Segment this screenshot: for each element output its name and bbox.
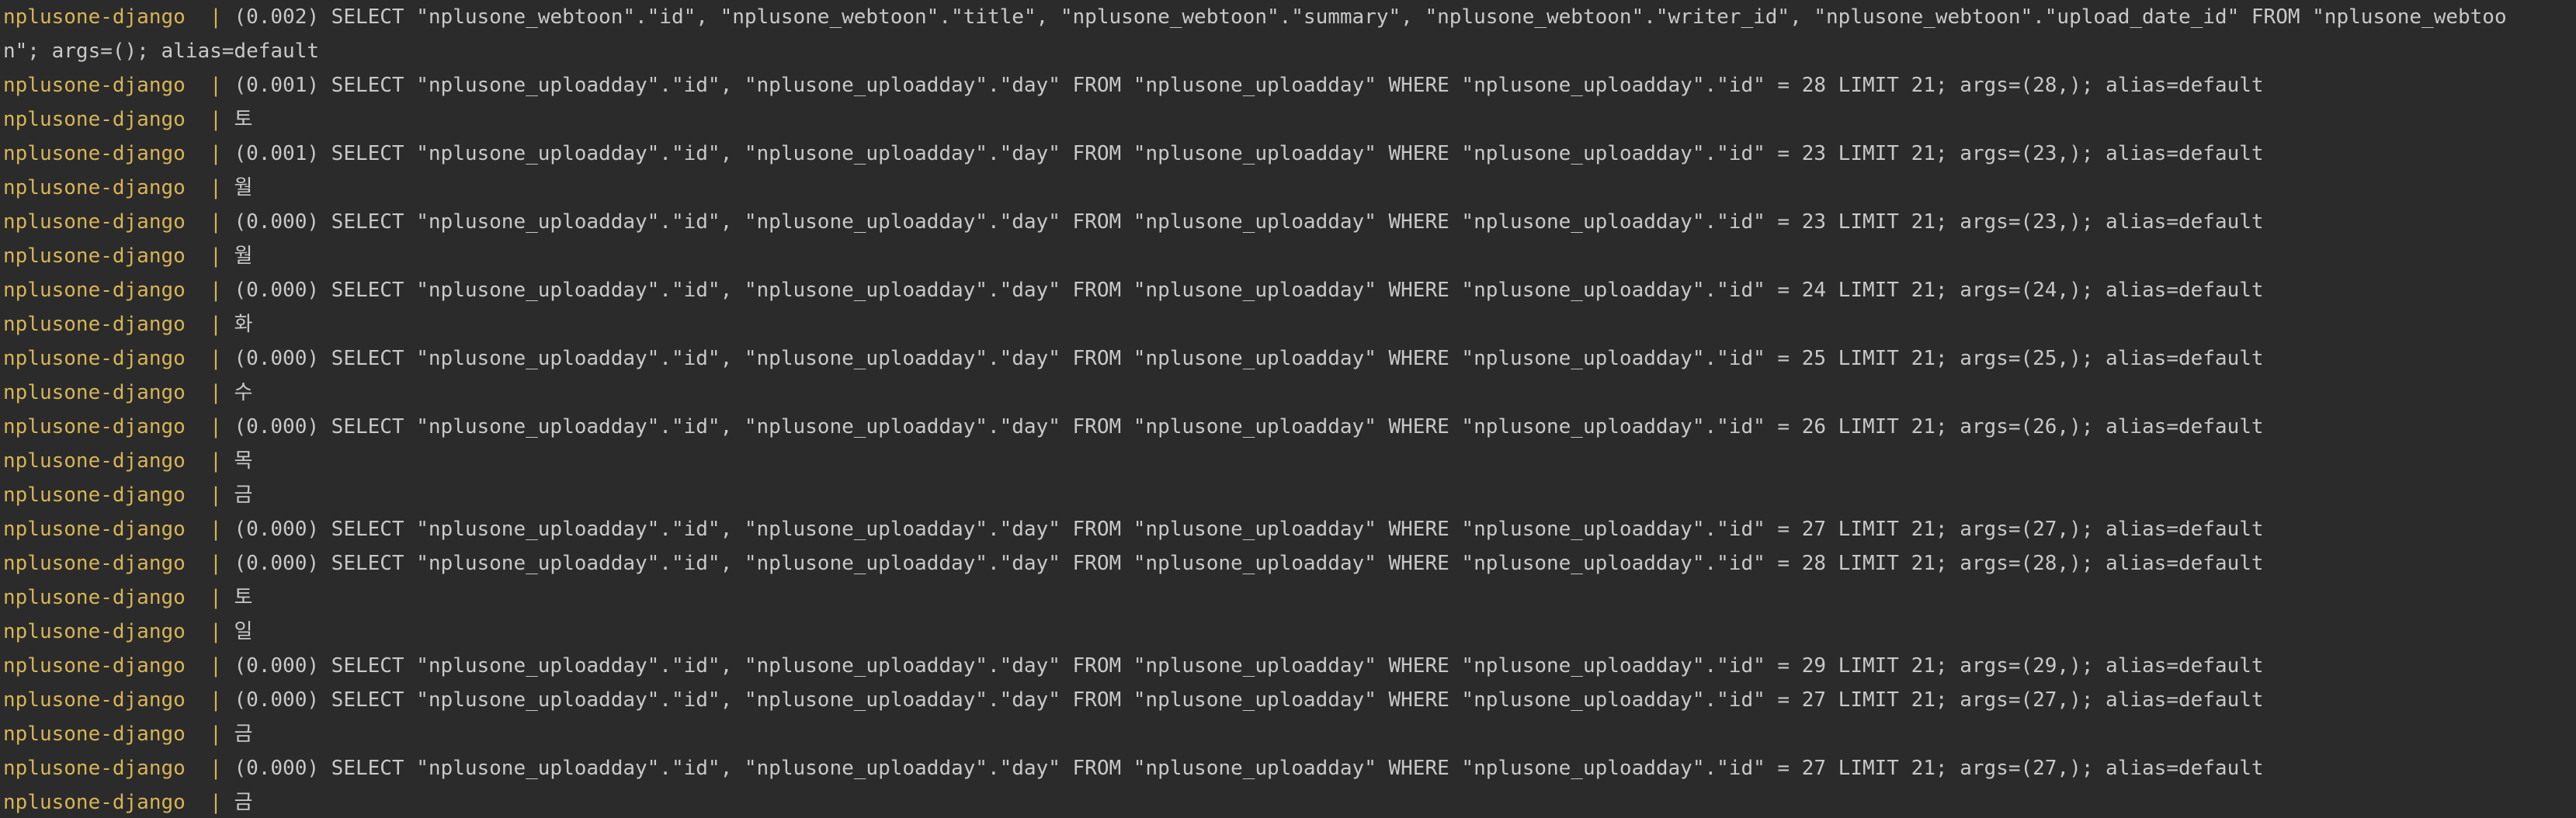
log-message: (0.002) SELECT "nplusone_webtoon"."id", …: [234, 5, 2507, 29]
log-line: nplusone-django | (0.000) SELECT "npluso…: [3, 410, 2576, 444]
log-message: 일: [234, 620, 253, 643]
line-separator: |: [185, 176, 234, 199]
log-message: 금: [234, 791, 253, 814]
line-separator: |: [185, 484, 234, 507]
line-separator: |: [185, 552, 234, 575]
log-message: 월: [234, 176, 253, 199]
container-prefix: nplusone-django: [3, 620, 186, 643]
container-prefix: nplusone-django: [3, 723, 186, 746]
log-line: nplusone-django | (0.000) SELECT "npluso…: [3, 205, 2576, 239]
log-line: nplusone-django | (0.001) SELECT "npluso…: [3, 68, 2576, 102]
log-line: nplusone-django | (0.000) SELECT "npluso…: [3, 683, 2576, 717]
container-prefix: nplusone-django: [3, 347, 186, 370]
log-message: (0.000) SELECT "nplusone_uploadday"."id"…: [234, 757, 2264, 780]
log-message: 금: [234, 484, 253, 507]
container-prefix: nplusone-django: [3, 108, 186, 131]
log-line: nplusone-django | 토: [3, 102, 2576, 137]
line-separator: |: [185, 586, 234, 609]
line-separator: |: [185, 620, 234, 643]
log-line: nplusone-django | (0.001) SELECT "npluso…: [3, 137, 2576, 171]
log-line: nplusone-django | (0.000) SELECT "npluso…: [3, 512, 2576, 546]
log-message: (0.000) SELECT "nplusone_uploadday"."id"…: [234, 688, 2264, 712]
log-message: 화: [234, 313, 253, 336]
log-message: (0.000) SELECT "nplusone_uploadday"."id"…: [234, 210, 2264, 234]
container-prefix: nplusone-django: [3, 484, 186, 507]
log-line: nplusone-django | (0.000) SELECT "npluso…: [3, 546, 2576, 581]
container-prefix: nplusone-django: [3, 791, 186, 814]
log-message: 금: [234, 723, 253, 746]
log-line: nplusone-django | 금: [3, 785, 2576, 818]
log-message: (0.000) SELECT "nplusone_uploadday"."id"…: [234, 552, 2264, 575]
line-separator: |: [185, 347, 234, 370]
line-separator: |: [185, 313, 234, 336]
line-separator: |: [185, 244, 234, 268]
container-prefix: nplusone-django: [3, 415, 186, 438]
log-line-continuation: n"; args=(); alias=default: [3, 34, 2576, 68]
log-message: 목: [234, 449, 253, 473]
log-message: (0.000) SELECT "nplusone_uploadday"."id"…: [234, 347, 2264, 370]
container-prefix: nplusone-django: [3, 654, 186, 678]
log-message: n"; args=(); alias=default: [3, 40, 319, 63]
container-prefix: nplusone-django: [3, 279, 186, 302]
line-separator: |: [185, 757, 234, 780]
log-message: 월: [234, 244, 253, 268]
log-line: nplusone-django | (0.000) SELECT "npluso…: [3, 341, 2576, 376]
log-line: nplusone-django | 월: [3, 239, 2576, 273]
log-line: nplusone-django | 월: [3, 171, 2576, 205]
log-line: nplusone-django | (0.000) SELECT "npluso…: [3, 273, 2576, 307]
container-prefix: nplusone-django: [3, 5, 186, 29]
log-line: nplusone-django | 금: [3, 717, 2576, 751]
container-prefix: nplusone-django: [3, 552, 186, 575]
log-message: (0.000) SELECT "nplusone_uploadday"."id"…: [234, 518, 2264, 541]
line-separator: |: [185, 415, 234, 438]
log-line: nplusone-django | 일: [3, 615, 2576, 649]
line-separator: |: [185, 279, 234, 302]
log-message: 토: [234, 108, 253, 131]
log-message: (0.001) SELECT "nplusone_uploadday"."id"…: [234, 142, 2264, 165]
log-line: nplusone-django | 토: [3, 581, 2576, 615]
log-message: 토: [234, 586, 253, 609]
line-separator: |: [185, 654, 234, 678]
log-message: (0.000) SELECT "nplusone_uploadday"."id"…: [234, 415, 2264, 438]
line-separator: |: [185, 449, 234, 473]
line-separator: |: [185, 5, 234, 29]
log-line: nplusone-django | 목: [3, 444, 2576, 478]
line-separator: |: [185, 723, 234, 746]
line-separator: |: [185, 108, 234, 131]
log-line: nplusone-django | 화: [3, 307, 2576, 341]
container-prefix: nplusone-django: [3, 381, 186, 404]
container-prefix: nplusone-django: [3, 313, 186, 336]
log-message: 수: [234, 381, 253, 404]
line-separator: |: [185, 381, 234, 404]
line-separator: |: [185, 210, 234, 234]
line-separator: |: [185, 688, 234, 712]
log-message: (0.000) SELECT "nplusone_uploadday"."id"…: [234, 654, 2264, 678]
log-message: (0.000) SELECT "nplusone_uploadday"."id"…: [234, 279, 2264, 302]
log-line: nplusone-django | 금: [3, 478, 2576, 512]
container-prefix: nplusone-django: [3, 74, 186, 97]
log-line: nplusone-django | (0.000) SELECT "npluso…: [3, 649, 2576, 683]
container-prefix: nplusone-django: [3, 142, 186, 165]
line-separator: |: [185, 74, 234, 97]
log-message: (0.001) SELECT "nplusone_uploadday"."id"…: [234, 74, 2264, 97]
log-line: nplusone-django | (0.000) SELECT "npluso…: [3, 751, 2576, 785]
container-prefix: nplusone-django: [3, 449, 186, 473]
log-line: nplusone-django | (0.002) SELECT "npluso…: [3, 0, 2576, 34]
container-prefix: nplusone-django: [3, 586, 186, 609]
container-prefix: nplusone-django: [3, 757, 186, 780]
line-separator: |: [185, 791, 234, 814]
container-prefix: nplusone-django: [3, 518, 186, 541]
container-prefix: nplusone-django: [3, 210, 186, 234]
container-prefix: nplusone-django: [3, 688, 186, 712]
line-separator: |: [185, 518, 234, 541]
line-separator: |: [185, 142, 234, 165]
container-prefix: nplusone-django: [3, 244, 186, 268]
log-line: nplusone-django | 수: [3, 376, 2576, 410]
container-prefix: nplusone-django: [3, 176, 186, 199]
terminal-output[interactable]: nplusone-django | (0.002) SELECT "npluso…: [0, 0, 2576, 818]
